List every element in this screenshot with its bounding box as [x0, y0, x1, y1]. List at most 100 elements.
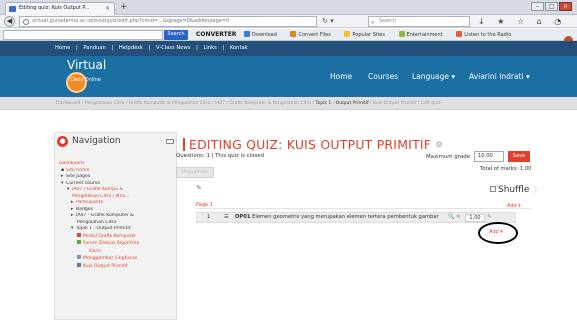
navigation-title: Navigation: [72, 136, 121, 146]
toolbar-search-button[interactable]: Search: [164, 30, 188, 40]
top-link-helpdesk[interactable]: Helpdesk: [119, 45, 143, 51]
quiz-info: Questions: 1 | This quiz is closed: [176, 153, 265, 159]
nav-item-label: Site pages: [66, 174, 91, 179]
nav-item-label: Participants: [76, 200, 103, 205]
shuffle-control[interactable]: Shuffle ⓘ: [490, 185, 538, 196]
menu-user[interactable]: Aviarini Indrati ▾: [469, 56, 530, 97]
nav-item-label: Badges: [76, 206, 94, 212]
question-row[interactable]: 1 ☰ OP01 Elemen geometris yang merupakan…: [196, 212, 516, 223]
browser-tab[interactable]: Editing quiz: Kuis Output P... ×: [5, 2, 115, 15]
top-link-sep: |: [222, 45, 225, 51]
nav-item[interactable]: Menggambar Lingkaran: [59, 255, 176, 263]
shuffle-checkbox[interactable]: [490, 186, 496, 192]
nav-item-label: Site home: [66, 167, 90, 173]
logo-subtitle: Class Online: [70, 77, 101, 83]
toolbar-item-download[interactable]: Download: [244, 31, 283, 38]
nav-item-label: Pengolahan Citra / NTS...: [72, 193, 130, 199]
annotation-circle: [478, 222, 518, 244]
breadcrumb-path[interactable]: Dashboard / Pengelolaan Citra / Grafik K…: [56, 101, 316, 106]
logo-title[interactable]: Virtual: [67, 59, 106, 72]
browser-tab-bar: Editing quiz: Kuis Output P... × + – □ ×: [0, 0, 577, 15]
minimize-button[interactable]: –: [531, 2, 544, 11]
maximize-button[interactable]: □: [545, 2, 558, 11]
close-window-button[interactable]: ×: [559, 2, 572, 11]
nav-item-label: IA07 / Grafik Kompu &: [72, 187, 124, 192]
tab-close-icon[interactable]: ×: [105, 3, 110, 14]
activity-icon: [77, 262, 81, 267]
edit-mark-icon[interactable]: ✎: [487, 213, 491, 222]
menu-language[interactable]: Language ▾: [412, 56, 455, 97]
nav-item-label: Current course: [66, 180, 101, 186]
top-link-links[interactable]: Links: [203, 45, 216, 51]
activity-icon: [77, 240, 81, 244]
browser-toolbar-icons[interactable]: ↓ ★ ☆ ⌂ ◔ ⋮: [478, 16, 577, 27]
back-arrow-icon[interactable]: ◀: [4, 16, 15, 27]
tab-favicon-icon: [9, 6, 16, 12]
activity-icon: [77, 232, 81, 237]
help-icon[interactable]: ⓘ: [532, 187, 538, 194]
question-actions[interactable]: 🔍 ✕: [448, 213, 460, 222]
navigation-header: ● Navigation: [57, 136, 176, 148]
question-id: OP01: [235, 214, 251, 220]
top-link-panduan[interactable]: Panduan: [83, 45, 105, 51]
globe-icon: [23, 19, 29, 25]
address-bar[interactable]: virtual.gunadarma.ac.id/mod/quiz/edit.ph…: [19, 16, 317, 27]
navigation-block: ● Navigation Dashboard ▪ Site home ▸ Site pa…: [54, 132, 177, 320]
activity-icon: [77, 255, 81, 259]
nav-item[interactable]: Garis: [59, 248, 176, 256]
toolbar-item-popular[interactable]: Popular Sites: [344, 31, 391, 38]
page-title-text: EDITING QUIZ: KUIS OUTPUT PRIMITIF: [189, 137, 432, 152]
top-link-vclass-news[interactable]: V-Class News: [156, 45, 190, 51]
toolbar-item-radio[interactable]: Listen to the Radio: [456, 31, 517, 38]
question-mark[interactable]: 1.00: [465, 214, 485, 222]
max-grade-input[interactable]: 10.00: [474, 151, 504, 162]
new-tab-button[interactable]: +: [120, 2, 128, 13]
edit-pencil-icon[interactable]: ✎: [196, 184, 202, 192]
save-button[interactable]: Save: [508, 151, 530, 162]
nav-item-label: Pengolahan Citra: [77, 219, 117, 225]
nav-item[interactable]: Modul Grafik Komputer: [59, 232, 176, 241]
window-controls: – □ ×: [531, 2, 573, 12]
question-type-icon: ☰: [224, 214, 229, 220]
radio-icon: [456, 31, 463, 37]
menu-courses[interactable]: Courses: [368, 56, 398, 97]
reload-icon[interactable]: ↻ ▾: [322, 16, 334, 27]
top-link-sep: |: [111, 45, 114, 51]
toolbar-search-input[interactable]: [3, 30, 163, 40]
search-icon: ⌕: [371, 19, 375, 26]
question-text: Elemen geometris yang merupakan elemen t…: [252, 214, 439, 220]
convert-icon: [290, 31, 297, 37]
question-name[interactable]: OP01 Elemen geometris yang merupakan ele…: [235, 213, 439, 222]
repaginate-button[interactable]: Repaginate: [176, 167, 214, 178]
top-link-sep: |: [196, 45, 198, 51]
toolbar-item-convert[interactable]: Convert Files: [290, 31, 336, 38]
converter-logo[interactable]: CONVERTER: [196, 31, 236, 38]
top-link-sep: |: [148, 45, 151, 51]
title-accent-bar: [183, 138, 185, 151]
nav-item[interactable]: Forum Diskusi Algoritma: [59, 240, 176, 248]
nav-item-label: Modul Grafik Komputer: [83, 233, 137, 239]
max-grade-label: Maximum grade: [426, 154, 470, 160]
top-link-home[interactable]: Home: [55, 45, 70, 51]
addon-toolbar: Search CONVERTER Download Convert Files …: [0, 29, 577, 45]
top-link-kontak[interactable]: Kontak: [230, 45, 248, 51]
breadcrumb-current[interactable]: Topik 1 : Output Primitif: [316, 101, 369, 106]
nav-item-label: Menggambar Lingkaran: [83, 256, 138, 261]
nav-item-label: Dashboard: [59, 161, 84, 166]
navigation-compass-icon: ●: [57, 136, 68, 147]
help-gear-icon[interactable]: ⚙: [435, 140, 442, 149]
nav-item-label: Topik 1 : Output Primitif: [76, 226, 131, 231]
breadcrumb: Dashboard / Pengelolaan Citra / Grafik K…: [0, 97, 577, 110]
section-divider: [196, 208, 531, 209]
toolbar-items: CONVERTER Download Convert Files Popular…: [196, 29, 523, 41]
nav-item[interactable]: Kuis Output Primitif: [59, 262, 176, 271]
toolbar-item-entertainment[interactable]: Entertainment: [398, 31, 449, 38]
browser-search-box[interactable]: ⌕ Search: [368, 16, 470, 27]
breadcrumb-tail[interactable]: / Kuis Output Primitif / Edit quiz: [369, 101, 440, 106]
menu-home[interactable]: Home: [330, 56, 352, 97]
nav-item-label: IA07 - Grafik Komputer &: [76, 213, 134, 218]
tab-title: Editing quiz: Kuis Output P...: [19, 5, 90, 11]
nav-item-label: Kuis Output Primitif: [83, 263, 128, 269]
shuffle-label: Shuffle: [498, 185, 530, 195]
dock-block-icon[interactable]: [166, 139, 174, 144]
